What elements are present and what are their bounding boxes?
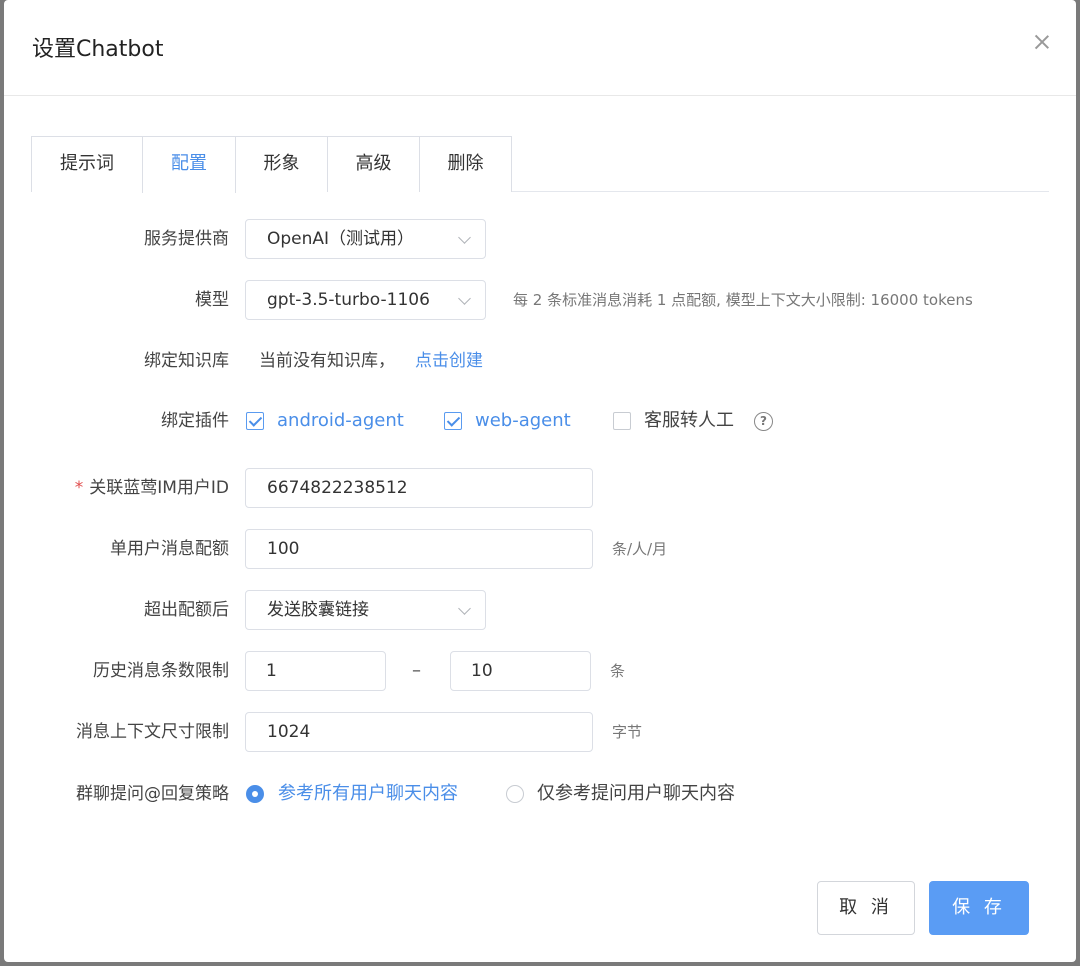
over-quota-value: 发送胶囊链接 xyxy=(267,600,369,620)
dialog-title: 设置Chatbot xyxy=(32,37,164,62)
provider-label: 服务提供商 xyxy=(144,229,229,249)
policy-asker-label[interactable]: 仅参考提问用户聊天内容 xyxy=(537,774,735,814)
cancel-button[interactable]: 取 消 xyxy=(817,881,915,935)
required-mark: * xyxy=(74,478,84,498)
context-size-unit: 字节 xyxy=(612,723,643,741)
chevron-down-icon xyxy=(458,231,471,244)
model-label: 模型 xyxy=(195,290,229,310)
history-max-input[interactable]: 10 xyxy=(450,651,591,691)
provider-value: OpenAI（测试用） xyxy=(267,229,415,249)
history-min-input[interactable]: 1 xyxy=(245,651,386,691)
policy-all-radio[interactable] xyxy=(246,785,264,803)
im-user-label: * 关联蓝莺IM用户ID xyxy=(75,468,229,508)
settings-dialog: 设置Chatbot 提示词 配置 形象 高级 删除 服务提供商 OpenAI（测… xyxy=(4,0,1076,962)
chevron-down-icon xyxy=(458,602,471,615)
model-value: gpt-3.5-turbo-1106 xyxy=(267,290,430,310)
tab-prompt[interactable]: 提示词 xyxy=(31,136,143,192)
android-agent-checkbox[interactable] xyxy=(246,412,264,430)
over-quota-label: 超出配额后 xyxy=(144,600,229,620)
human-handoff-label[interactable]: 客服转人工 xyxy=(644,401,734,441)
save-button[interactable]: 保 存 xyxy=(929,881,1029,935)
im-user-input[interactable]: 6674822238512 xyxy=(245,468,593,508)
dialog-header: 设置Chatbot xyxy=(4,0,1076,96)
quota-unit: 条/人/月 xyxy=(612,540,668,558)
quota-input[interactable]: 100 xyxy=(245,529,593,569)
help-icon[interactable]: ? xyxy=(754,412,773,431)
tab-bar: 提示词 配置 形象 高级 删除 xyxy=(31,136,1049,193)
close-icon[interactable] xyxy=(1030,30,1054,54)
im-user-label-text: 关联蓝莺IM用户ID xyxy=(89,478,229,498)
provider-select[interactable]: OpenAI（测试用） xyxy=(245,219,486,259)
web-agent-checkbox[interactable] xyxy=(444,412,462,430)
range-separator: – xyxy=(412,660,421,681)
policy-asker-radio[interactable] xyxy=(506,785,524,803)
context-size-input[interactable]: 1024 xyxy=(245,712,593,752)
knowledge-empty-text: 当前没有知识库， xyxy=(259,351,395,371)
chevron-down-icon xyxy=(458,292,471,305)
history-unit: 条 xyxy=(610,662,626,680)
tab-delete[interactable]: 删除 xyxy=(419,136,512,192)
web-agent-label[interactable]: web-agent xyxy=(475,401,571,441)
knowledge-label: 绑定知识库 xyxy=(144,351,229,371)
create-knowledge-link[interactable]: 点击创建 xyxy=(415,341,483,381)
group-policy-label: 群聊提问@回复策略 xyxy=(76,784,229,804)
policy-all-label[interactable]: 参考所有用户聊天内容 xyxy=(278,774,458,814)
android-agent-label[interactable]: android-agent xyxy=(277,401,404,441)
human-handoff-checkbox[interactable] xyxy=(613,412,631,430)
quota-label: 单用户消息配额 xyxy=(110,539,229,559)
tab-config[interactable]: 配置 xyxy=(142,136,236,193)
plugins-label: 绑定插件 xyxy=(161,411,229,431)
model-select[interactable]: gpt-3.5-turbo-1106 xyxy=(245,280,486,320)
context-size-label: 消息上下文尺寸限制 xyxy=(76,722,229,742)
history-label: 历史消息条数限制 xyxy=(93,661,229,681)
tab-avatar[interactable]: 形象 xyxy=(235,136,328,192)
over-quota-select[interactable]: 发送胶囊链接 xyxy=(245,590,486,630)
model-hint: 每 2 条标准消息消耗 1 点配额, 模型上下文大小限制: 16000 toke… xyxy=(513,291,973,309)
tab-advanced[interactable]: 高级 xyxy=(327,136,420,192)
